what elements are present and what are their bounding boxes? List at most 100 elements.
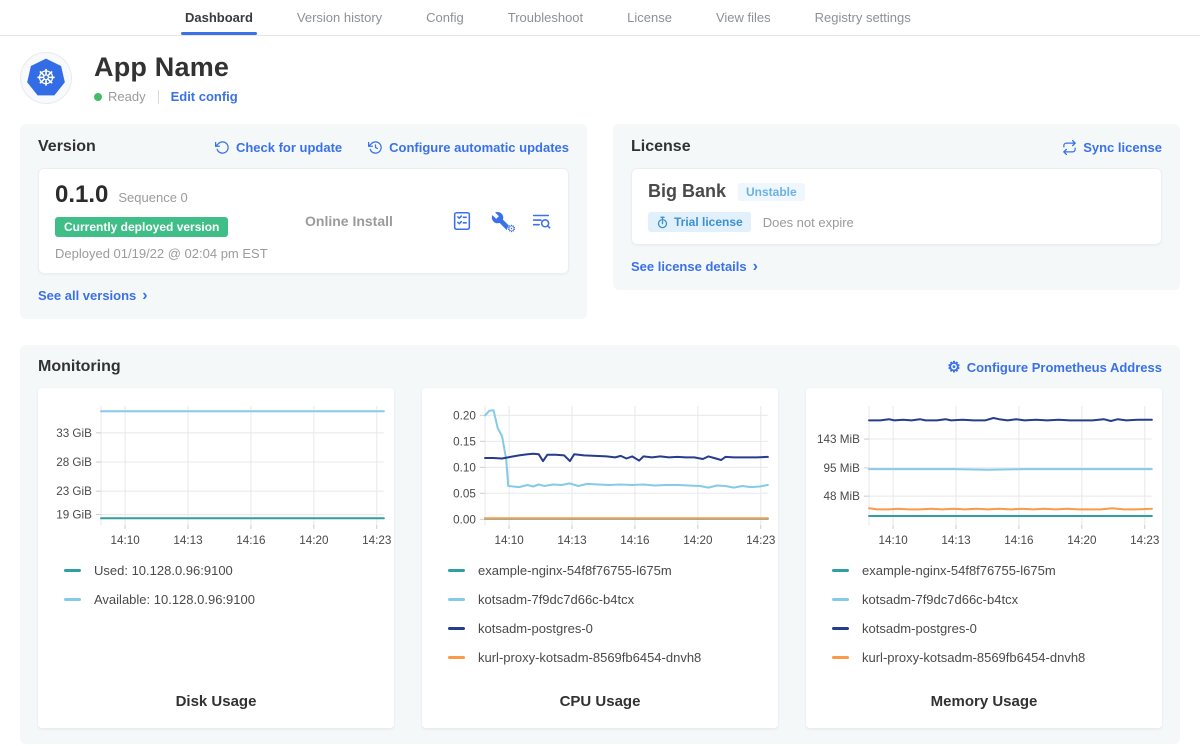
y-tick-label: 19 GiB <box>56 510 92 522</box>
legend-swatch-icon <box>832 627 849 630</box>
y-tick-label: 33 GiB <box>56 428 92 440</box>
version-card-title: Version <box>38 138 96 156</box>
version-sequence: Sequence 0 <box>118 190 187 205</box>
legend-label: kotsadm-7f9dc7d66c-b4tcx <box>478 592 634 607</box>
see-all-versions-link[interactable]: See all versions› <box>38 288 148 304</box>
x-tick-label: 14:13 <box>941 535 970 547</box>
series-line <box>869 469 1152 470</box>
tab-dashboard[interactable]: Dashboard <box>185 0 253 35</box>
series-line <box>869 508 1152 509</box>
tab-version-history[interactable]: Version history <box>297 0 382 35</box>
license-type-badge: Trial license <box>648 212 751 232</box>
legend-swatch-icon <box>64 598 81 601</box>
y-tick-label: 0.00 <box>453 514 476 526</box>
refresh-icon <box>215 140 230 155</box>
y-tick-label: 23 GiB <box>56 486 92 498</box>
sync-license-button[interactable]: Sync license <box>1062 140 1162 155</box>
legend-item: example-nginx-54f8f76755-l675m <box>832 563 1152 578</box>
cpu-usage-legend: example-nginx-54f8f76755-l675m kotsadm-7f… <box>422 551 778 679</box>
tab-license[interactable]: License <box>627 0 672 35</box>
license-expiry-label: Does not expire <box>763 215 854 230</box>
chart-title: Disk Usage <box>38 679 394 728</box>
legend-label: kurl-proxy-kotsadm-8569fb6454-dnvh8 <box>478 650 701 665</box>
channel-badge: Unstable <box>738 183 805 201</box>
configure-automatic-updates-button[interactable]: Configure automatic updates <box>368 140 569 155</box>
deployed-status-badge: Currently deployed version <box>55 217 228 237</box>
y-tick-label: 0.05 <box>453 488 476 500</box>
preflight-checks-icon[interactable] <box>451 210 473 232</box>
legend-item: Used: 10.128.0.96:9100 <box>64 563 384 578</box>
cards-row: Version Check for update Configure autom… <box>0 124 1200 319</box>
x-tick-label: 14:20 <box>683 535 712 547</box>
legend-swatch-icon <box>448 569 465 572</box>
see-license-details-link[interactable]: See license details› <box>631 259 758 275</box>
x-tick-label: 14:13 <box>557 535 586 547</box>
legend-item: kotsadm-postgres-0 <box>832 621 1152 636</box>
monitoring-title: Monitoring <box>38 358 121 376</box>
cpu-usage-chart-card: 14:1014:1314:1614:2014:230.000.050.100.1… <box>422 388 778 728</box>
memory-usage-chart: 14:1014:1314:1614:2014:2348 MiB95 MiB143… <box>806 396 1162 551</box>
disk-usage-chart: 14:1014:1314:1614:2014:2319 GiB23 GiB28 … <box>38 396 394 551</box>
monitoring-panel: Monitoring ⚙ Configure Prometheus Addres… <box>20 345 1180 744</box>
license-card-title: License <box>631 138 691 156</box>
tab-troubleshoot[interactable]: Troubleshoot <box>508 0 583 35</box>
sync-arrows-icon <box>1062 140 1077 155</box>
license-card: License Sync license Big Bank Unstable <box>613 124 1180 290</box>
series-line <box>485 410 768 487</box>
x-tick-label: 14:10 <box>110 535 139 547</box>
tab-view-files[interactable]: View files <box>716 0 771 35</box>
legend-item: kotsadm-postgres-0 <box>448 621 768 636</box>
kubernetes-logo-icon: ☸ <box>20 52 72 104</box>
app-header: ☸ App Name Ready Edit config <box>0 36 1200 114</box>
legend-swatch-icon <box>832 656 849 659</box>
y-tick-label: 28 GiB <box>56 457 92 469</box>
y-tick-label: 95 MiB <box>824 463 861 475</box>
svg-text:☸: ☸ <box>36 66 56 92</box>
edit-config-wrench-icon[interactable]: ⚙ <box>491 211 512 232</box>
top-nav: Dashboard Version history Config Trouble… <box>0 0 1200 36</box>
legend-swatch-icon <box>448 627 465 630</box>
y-tick-label: 0.20 <box>453 410 476 422</box>
legend-label: kotsadm-postgres-0 <box>862 621 977 636</box>
legend-swatch-icon <box>64 569 81 572</box>
configure-prometheus-button[interactable]: ⚙ Configure Prometheus Address <box>947 360 1162 375</box>
edit-config-link[interactable]: Edit config <box>171 89 238 104</box>
x-tick-label: 14:20 <box>1067 535 1096 547</box>
cpu-usage-chart: 14:1014:1314:1614:2014:230.000.050.100.1… <box>422 396 778 551</box>
x-tick-label: 14:23 <box>362 535 391 547</box>
series-line <box>485 454 768 461</box>
legend-item: example-nginx-54f8f76755-l675m <box>448 563 768 578</box>
gear-icon: ⚙ <box>947 360 960 375</box>
legend-label: kotsadm-7f9dc7d66c-b4tcx <box>862 592 1018 607</box>
legend-swatch-icon <box>832 569 849 572</box>
x-tick-label: 14:10 <box>878 535 907 547</box>
customer-name: Big Bank <box>648 181 726 202</box>
y-tick-label: 48 MiB <box>824 491 861 503</box>
y-tick-label: 0.10 <box>453 462 476 474</box>
scheduled-update-icon <box>368 140 383 155</box>
disk-usage-legend: Used: 10.128.0.96:9100Available: 10.128.… <box>38 551 394 621</box>
chevron-right-icon: › <box>753 259 758 275</box>
legend-label: example-nginx-54f8f76755-l675m <box>862 563 1056 578</box>
version-card: Version Check for update Configure autom… <box>20 124 587 319</box>
charts-row: 14:1014:1314:1614:2014:2319 GiB23 GiB28 … <box>38 388 1162 728</box>
page-title: App Name <box>94 52 238 83</box>
tab-config[interactable]: Config <box>426 0 464 35</box>
memory-usage-legend: example-nginx-54f8f76755-l675m kotsadm-7f… <box>806 551 1162 679</box>
check-for-update-button[interactable]: Check for update <box>215 140 342 155</box>
chart-title: CPU Usage <box>422 679 778 728</box>
ready-status-dot-icon <box>94 93 102 101</box>
view-logs-icon[interactable] <box>530 210 552 232</box>
legend-item: kotsadm-7f9dc7d66c-b4tcx <box>832 592 1152 607</box>
chart-title: Memory Usage <box>806 679 1162 728</box>
chevron-right-icon: › <box>142 288 147 304</box>
legend-label: example-nginx-54f8f76755-l675m <box>478 563 672 578</box>
legend-label: kurl-proxy-kotsadm-8569fb6454-dnvh8 <box>862 650 1085 665</box>
tab-registry-settings[interactable]: Registry settings <box>815 0 911 35</box>
legend-item: kurl-proxy-kotsadm-8569fb6454-dnvh8 <box>448 650 768 665</box>
x-tick-label: 14:10 <box>494 535 523 547</box>
legend-item: kotsadm-7f9dc7d66c-b4tcx <box>448 592 768 607</box>
y-tick-label: 0.15 <box>453 436 476 448</box>
x-tick-label: 14:13 <box>173 535 202 547</box>
disk-usage-chart-card: 14:1014:1314:1614:2014:2319 GiB23 GiB28 … <box>38 388 394 728</box>
